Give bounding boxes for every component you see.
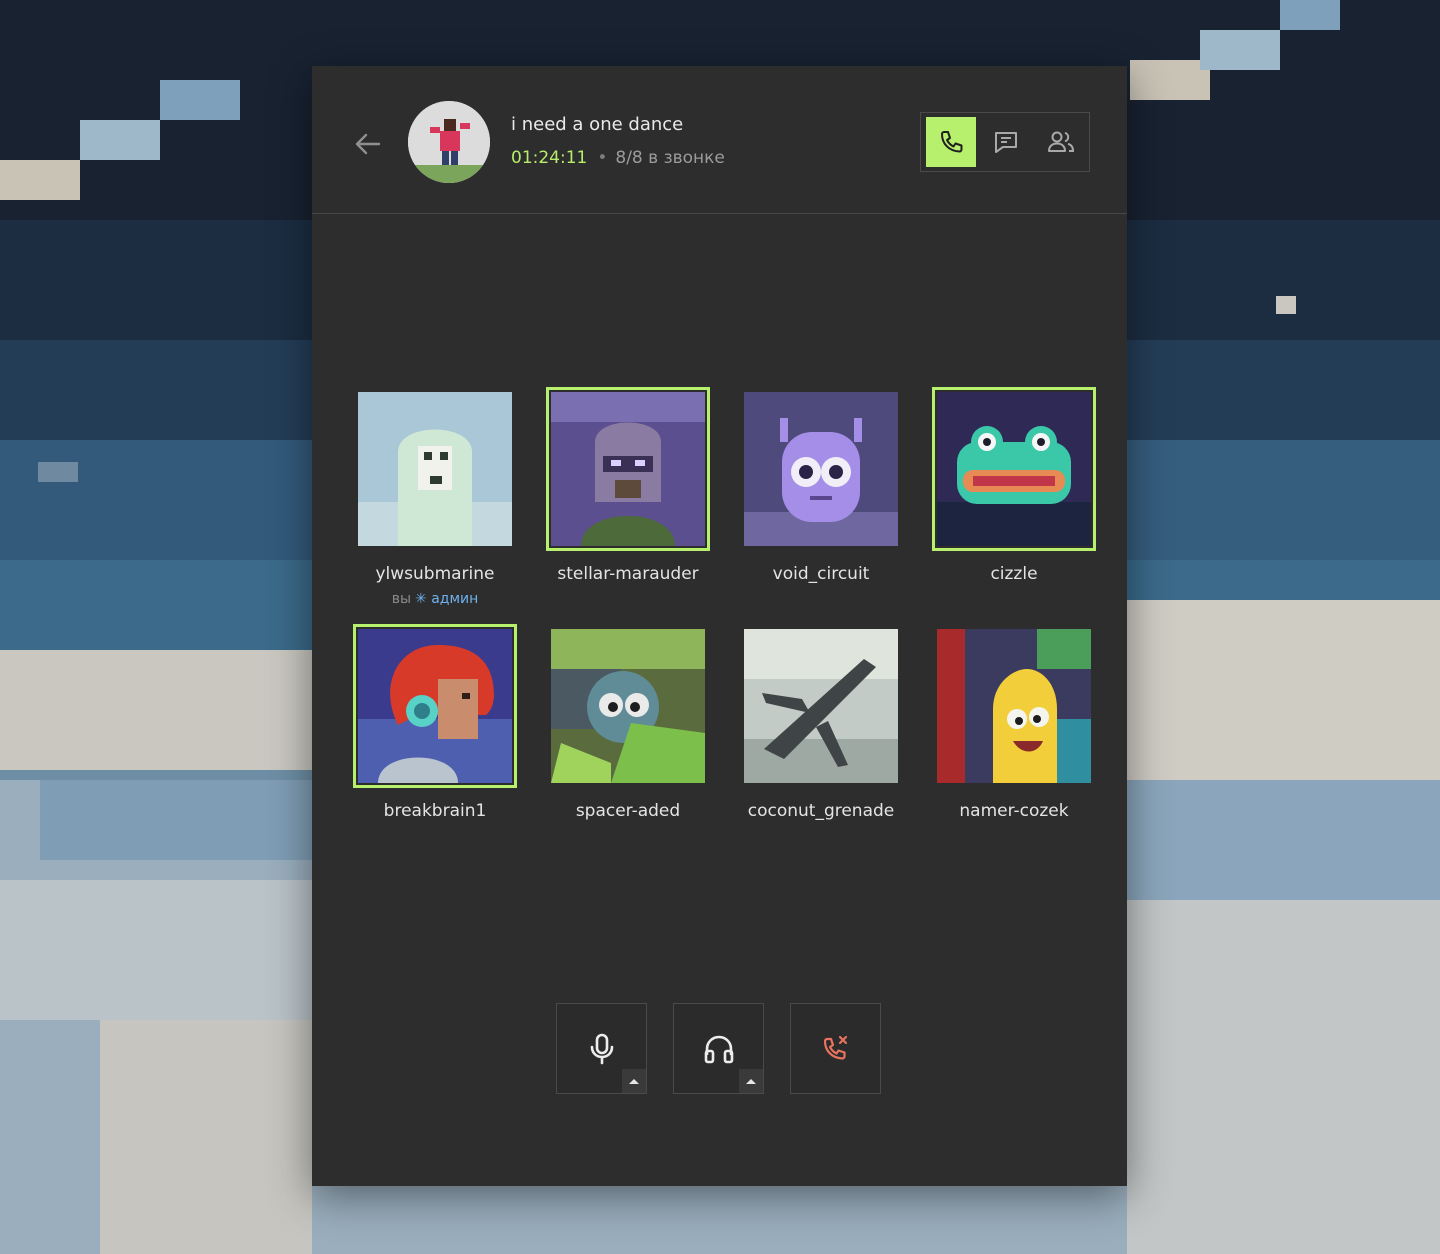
status-separator: • [597,148,608,168]
participant-avatar [932,387,1096,551]
voice-call-window: i need a one dance 01:24:11 • 8/8 в звонке [312,66,1127,1186]
participant-meta: вы ✳ админ [348,591,522,607]
phone-hangup-icon [823,1035,847,1060]
participant-name: namer-cozek [959,801,1069,821]
participant-avatar [358,392,512,546]
participant-name: stellar-marauder [557,564,699,584]
participant-avatar [937,629,1091,783]
headphones-button[interactable] [673,1003,764,1094]
call-mode-button[interactable] [926,117,976,167]
participant-name: ylwsubmarine [375,564,495,584]
participant-name: spacer-aded [575,801,681,821]
participant-count: 8/8 в звонке [615,148,725,168]
call-status: 01:24:11 • 8/8 в звонке [511,148,725,168]
participant-avatar [546,387,710,551]
participant-avatar [744,629,898,783]
phone-icon [941,131,963,153]
participant-avatar [551,629,705,783]
call-timer: 01:24:11 [511,148,588,168]
participant-name: void_circuit [772,564,870,584]
headphones-icon [704,1035,733,1063]
leave-call-button[interactable] [790,1003,881,1094]
participant-name: coconut_grenade [747,801,895,821]
call-header: i need a one dance 01:24:11 • 8/8 в звонке [312,66,1127,214]
call-title: i need a one dance [511,114,684,135]
microphone-button[interactable] [556,1003,647,1094]
caret-up-icon [629,1079,639,1084]
back-button[interactable] [350,126,386,162]
users-icon [1048,131,1075,152]
headphones-options-button[interactable] [739,1069,763,1093]
admin-star-icon: ✳ [415,591,427,607]
arrow-left-icon [355,133,381,155]
caret-up-icon [746,1079,756,1084]
chat-mode-button[interactable] [981,117,1031,167]
group-avatar [408,101,490,183]
you-label: вы [391,591,412,607]
microphone-options-button[interactable] [622,1069,646,1093]
participant-avatar [353,624,517,788]
participant-avatar [744,392,898,546]
microphone-icon [590,1033,613,1064]
participant-name: breakbrain1 [383,801,487,821]
participant-name: cizzle [990,564,1038,584]
mode-switcher [920,112,1090,172]
role-label: админ [431,591,479,607]
admin-badge: ✳ админ [415,591,478,607]
members-mode-button[interactable] [1036,117,1086,167]
chat-icon [995,132,1017,153]
